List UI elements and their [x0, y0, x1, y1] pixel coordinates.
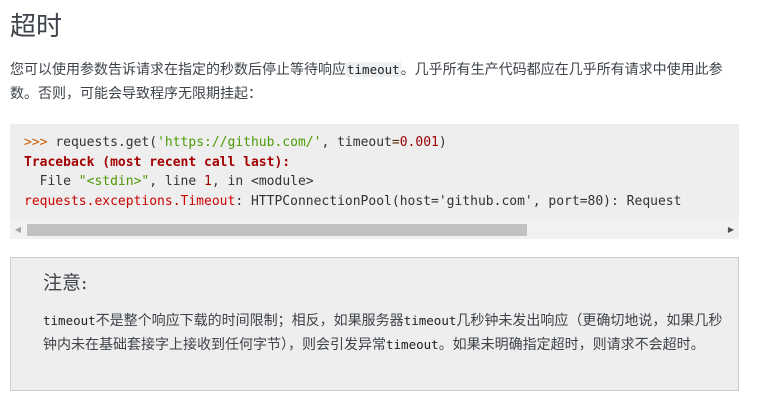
code-arg-sep: , timeout: [321, 135, 392, 150]
scroll-right-arrow-icon[interactable]: ▶: [723, 221, 739, 239]
scrollbar-thumb[interactable]: [27, 224, 527, 236]
scroll-left-arrow-icon[interactable]: ◀: [10, 221, 26, 239]
code-line-2-traceback: Traceback (most recent call last):: [24, 154, 291, 170]
code-equals: =: [391, 135, 400, 150]
note-code-timeout-1: timeout: [43, 313, 96, 328]
code-line-4: requests.exceptions.Timeout: HTTPConnect…: [24, 194, 681, 209]
code-line-number: 1: [204, 174, 212, 189]
code-file-label: File: [24, 174, 79, 189]
code-module-label: , in <module>: [211, 174, 314, 189]
repl-prompt: >>>: [24, 135, 56, 150]
code-stdin-string: "<stdin>": [78, 174, 150, 189]
note-title: 注意:: [43, 272, 88, 294]
code-line-3: File "<stdin>", line 1, in <module>: [24, 174, 314, 189]
code-exception-message: HTTPConnectionPool(host='github.com', po…: [250, 193, 682, 209]
code-url-string: 'https://github.com/': [157, 135, 322, 150]
code-line-label: , line: [149, 174, 205, 189]
note-code-timeout-3: timeout: [386, 337, 439, 352]
intro-text-before: 您可以使用参数告诉请求在指定的秒数后停止等待响应: [10, 62, 346, 78]
note-body: timeout不是整个响应下载的时间限制；相反，如果服务器timeout几秒钟未…: [43, 309, 723, 357]
note-admonition: 注意: timeout不是整个响应下载的时间限制；相反，如果服务器timeout…: [10, 257, 739, 391]
horizontal-scrollbar[interactable]: ◀ ▶: [10, 221, 739, 239]
code-call: requests.get(: [55, 135, 158, 150]
code-pre: >>> requests.get('https://github.com/', …: [10, 124, 739, 211]
code-close-paren: ): [438, 135, 447, 150]
code-exception-colon: :: [235, 193, 251, 209]
note-text-1: 不是整个响应下载的时间限制；相反，如果服务器: [95, 313, 404, 329]
note-text-3: 。如果未明确指定超时，则请求不会超时。: [438, 337, 705, 353]
code-exception-name: requests.exceptions.Timeout: [24, 193, 236, 209]
note-code-timeout-2: timeout: [403, 313, 457, 328]
section-heading: 超时: [10, 12, 63, 42]
code-line-1: >>> requests.get('https://github.com/', …: [24, 135, 447, 150]
inline-code-timeout: timeout: [346, 62, 401, 77]
intro-paragraph: 您可以使用参数告诉请求在指定的秒数后停止等待响应timeout。几乎所有生产代码…: [10, 58, 745, 106]
code-number: 0.001: [399, 135, 439, 150]
